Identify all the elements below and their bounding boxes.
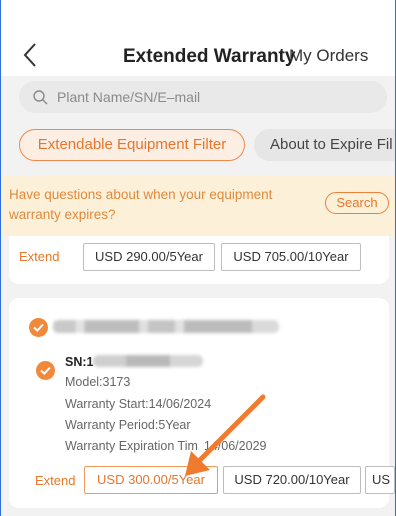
chevron-left-icon [23, 43, 36, 67]
checkmark-icon [40, 366, 51, 376]
price-option-5year[interactable]: USD 290.00/5Year [83, 243, 215, 271]
search-bar[interactable] [19, 81, 387, 113]
equipment-card: SN:1 Model:3173 Warranty Start:14/06/202… [9, 298, 395, 508]
banner-text: Have questions about when your equipment… [9, 187, 273, 222]
plant-name-redacted [53, 320, 279, 333]
info-banner: Have questions about when your equipment… [1, 176, 395, 236]
equipment-card: Extend USD 290.00/5Year USD 705.00/10Yea… [9, 236, 389, 284]
price-option-5year[interactable]: USD 300.00/5Year [84, 466, 218, 494]
warranty-period-line: Warranty Period:5Year [65, 418, 191, 432]
serial-number-redacted [93, 355, 203, 367]
select-device-checkbox[interactable] [36, 361, 55, 380]
warranty-start-line: Warranty Start:14/06/2024 [65, 397, 212, 411]
back-button[interactable] [21, 40, 45, 70]
filter-about-to-expire[interactable]: About to Expire Fil [254, 129, 395, 161]
model-line: Model:3173 [65, 375, 131, 389]
header-bar: Extended Warranty My Orders [1, 0, 395, 76]
price-option-10year[interactable]: USD 705.00/10Year [221, 243, 361, 271]
page-title: Extended Warranty [123, 46, 296, 67]
price-option-10year[interactable]: USD 720.00/10Year [223, 466, 361, 494]
checkmark-icon [33, 323, 44, 333]
warranty-expiration-label: Warranty Expiration Tim [65, 439, 198, 453]
search-icon [33, 89, 48, 104]
search-input[interactable] [55, 88, 359, 106]
banner-search-button[interactable]: Search [325, 192, 389, 214]
my-orders-tab[interactable]: My Orders [289, 46, 368, 66]
select-plant-checkbox[interactable] [29, 318, 48, 337]
filter-extendable-equipment[interactable]: Extendable Equipment Filter [19, 129, 245, 161]
extend-label: Extend [35, 473, 76, 488]
serial-number-label: SN:1 [65, 355, 94, 369]
screen: Extended Warranty My Orders Extendable E… [0, 0, 396, 516]
warranty-expiration-line: Warranty Expiration Tim 14/06/2029 [65, 439, 266, 453]
extend-label: Extend [19, 249, 60, 264]
price-option-more[interactable]: US [365, 466, 395, 494]
warranty-expiration-date: 14/06/2029 [203, 439, 267, 453]
